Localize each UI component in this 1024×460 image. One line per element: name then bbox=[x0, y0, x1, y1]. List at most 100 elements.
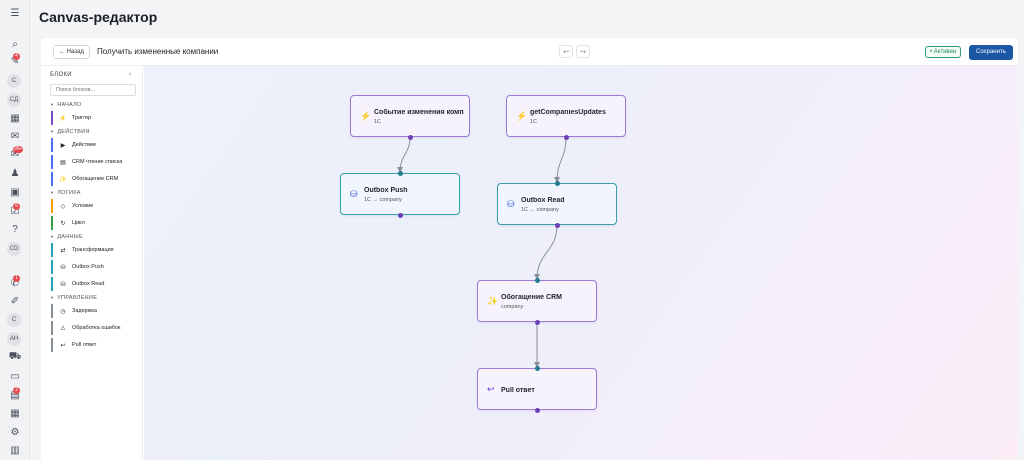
flow-edge[interactable] bbox=[397, 136, 411, 173]
pen-icon[interactable]: ✐ bbox=[6, 294, 24, 308]
chevron-down-icon: ▼ bbox=[50, 295, 55, 300]
database-icon: ⛁ bbox=[507, 199, 515, 209]
flow-node[interactable]: ⛁ Outbox Push 1C → company bbox=[340, 171, 460, 218]
sidebar-block-item[interactable]: ◷ Задержка bbox=[51, 304, 137, 318]
flow-node[interactable]: ↩ Pull ответ bbox=[477, 366, 597, 413]
warning-icon: ⚠ bbox=[60, 325, 66, 332]
reply-icon: ↩ bbox=[487, 384, 495, 394]
flow-node[interactable]: ⚡Событие изменения компании 1C bbox=[350, 95, 470, 140]
sparkle-icon: ✨ bbox=[487, 296, 499, 306]
menu-icon[interactable]: ☰ bbox=[6, 6, 24, 20]
chevron-down-icon: ▼ bbox=[50, 234, 55, 239]
workflow-title: Получить измененные компании bbox=[97, 47, 219, 56]
sidebar-block-item[interactable]: ⚠ Обработка ошибок bbox=[51, 321, 137, 335]
sidebar-block-item[interactable]: ◇ Условие bbox=[51, 199, 137, 213]
app-rail: ☰ ⌕ ✎ 4 C CД ▦ ✉ ✉ 99+ ♟ ▣ ☑ 6 ? CD ✆ 1 … bbox=[0, 0, 30, 460]
archive-icon[interactable]: ▥ bbox=[6, 443, 24, 457]
clock-icon: ◷ bbox=[60, 308, 66, 315]
input-port[interactable] bbox=[535, 278, 540, 283]
output-port[interactable] bbox=[535, 408, 540, 413]
input-port[interactable] bbox=[535, 366, 540, 371]
flow-edge[interactable] bbox=[554, 136, 567, 183]
flow-node[interactable]: ⛁ Outbox Read 1C → company bbox=[497, 181, 617, 228]
node-title: Событие изменения компании bbox=[374, 109, 464, 116]
sidebar-block-item[interactable]: ↻ Цикл bbox=[51, 216, 137, 230]
loop-icon: ↻ bbox=[60, 220, 66, 227]
avatar[interactable]: AH bbox=[7, 332, 21, 346]
chevron-down-icon: ▼ bbox=[50, 190, 55, 195]
active-toggle-button[interactable]: • Активен bbox=[925, 46, 962, 58]
flow-edge[interactable] bbox=[534, 224, 558, 280]
undo-icon[interactable]: ↩ bbox=[559, 45, 573, 58]
node-title: Pull ответ bbox=[501, 387, 535, 394]
input-port[interactable] bbox=[398, 171, 403, 176]
editor-toolbar: ← Назад Получить измененные компании ↩ ↪… bbox=[41, 38, 1018, 66]
sidebar-block-item[interactable]: ▤ CRM чтение списка bbox=[51, 155, 137, 169]
avatar[interactable]: CД bbox=[7, 93, 21, 107]
flow-node[interactable]: ⚡ getCompaniesUpdates 1C bbox=[506, 95, 626, 140]
database-icon: ⛁ bbox=[60, 281, 66, 288]
notification-badge: 99+ bbox=[13, 146, 24, 153]
chevron-down-icon: ▼ bbox=[50, 102, 55, 107]
workflow-canvas[interactable]: ⚡Событие изменения компании1C ⚡getCompani… bbox=[144, 66, 1018, 460]
sidebar-block-label: Обработка ошибок bbox=[72, 325, 121, 331]
node-subtitle: company bbox=[501, 304, 524, 310]
notification-badge: 2 bbox=[13, 387, 20, 394]
output-port[interactable] bbox=[555, 223, 560, 228]
card-icon[interactable]: ▭ bbox=[6, 369, 24, 383]
sidebar-block-label: Триггер bbox=[72, 115, 92, 121]
sidebar-group-header[interactable]: ▼ УПРАВЛЕНИЕ bbox=[50, 295, 97, 301]
sidebar-group-label: УПРАВЛЕНИЕ bbox=[57, 295, 98, 301]
users-icon[interactable]: ♟ bbox=[6, 166, 24, 180]
help-icon[interactable]: ? bbox=[6, 222, 24, 236]
sidebar-group-label: ДЕЙСТВИЯ bbox=[57, 129, 90, 135]
calendar-icon[interactable]: ▦ bbox=[6, 111, 24, 125]
play-icon: ▶ bbox=[60, 142, 66, 149]
sidebar-block-label: Pull ответ bbox=[72, 342, 97, 348]
save-button[interactable]: Сохранить bbox=[969, 45, 1013, 60]
settings-icon[interactable]: ⚙ bbox=[6, 425, 24, 439]
sidebar-group-header[interactable]: ▼ ДАННЫЕ bbox=[50, 234, 83, 240]
database-icon: ⛁ bbox=[60, 264, 66, 271]
input-port[interactable] bbox=[555, 181, 560, 186]
notification-badge: 6 bbox=[13, 203, 20, 210]
node-subtitle: 1C bbox=[530, 119, 538, 125]
output-port[interactable] bbox=[535, 320, 540, 325]
avatar[interactable]: C bbox=[7, 74, 21, 88]
back-button[interactable]: ← Назад bbox=[53, 45, 90, 59]
sidebar-group-label: НАЧАЛО bbox=[57, 102, 82, 108]
notification-badge: 4 bbox=[13, 53, 20, 60]
avatar[interactable]: C bbox=[7, 313, 21, 327]
swap-icon: ⇄ bbox=[60, 247, 66, 254]
chat-icon[interactable]: ✉ bbox=[6, 129, 24, 143]
sidebar-block-item[interactable]: ⛁ Outbox Push bbox=[51, 260, 137, 274]
output-port[interactable] bbox=[408, 135, 413, 140]
calendar-icon[interactable]: ▦ bbox=[6, 406, 24, 420]
sidebar-block-item[interactable]: ↩ Pull ответ bbox=[51, 338, 137, 352]
collapse-icon[interactable]: ‹ bbox=[129, 71, 131, 78]
sidebar-group-label: ДАННЫЕ bbox=[57, 234, 83, 240]
flow-node[interactable]: ✨ Обогащение CRM company bbox=[477, 278, 597, 325]
search-icon[interactable]: ⌕ bbox=[6, 37, 24, 51]
sidebar-block-item[interactable]: ⚡ Триггер bbox=[51, 111, 137, 125]
cart-icon[interactable]: ⛟ bbox=[6, 350, 24, 364]
sidebar-block-item[interactable]: ✨ Обогащение CRM bbox=[51, 172, 137, 186]
sidebar-block-item[interactable]: ⛁ Outbox Read bbox=[51, 277, 137, 291]
avatar[interactable]: CD bbox=[7, 242, 21, 256]
sidebar-block-label: Условие bbox=[72, 203, 94, 209]
sidebar-group-header[interactable]: ▼ ДЕЙСТВИЯ bbox=[50, 129, 90, 135]
sidebar-block-item[interactable]: ▶ Действие bbox=[51, 138, 137, 152]
node-title: Обогащение CRM bbox=[501, 294, 562, 301]
editor-card: ← Назад Получить измененные компании ↩ ↪… bbox=[41, 38, 1018, 460]
block-search-input[interactable] bbox=[50, 84, 136, 96]
node-subtitle: 1C → company bbox=[521, 207, 559, 213]
redo-icon[interactable]: ↪ bbox=[576, 45, 590, 58]
sidebar-block-label: Действие bbox=[72, 142, 97, 148]
sidebar-group-header[interactable]: ▼ НАЧАЛО bbox=[50, 102, 82, 108]
sidebar-group-header[interactable]: ▼ ЛОГИКА bbox=[50, 190, 81, 196]
sidebar-block-item[interactable]: ⇄ Трансформация bbox=[51, 243, 137, 257]
output-port[interactable] bbox=[564, 135, 569, 140]
output-port[interactable] bbox=[398, 213, 403, 218]
briefcase-icon[interactable]: ▣ bbox=[6, 185, 24, 199]
sidebar-block-label: Outbox Push bbox=[72, 264, 104, 270]
